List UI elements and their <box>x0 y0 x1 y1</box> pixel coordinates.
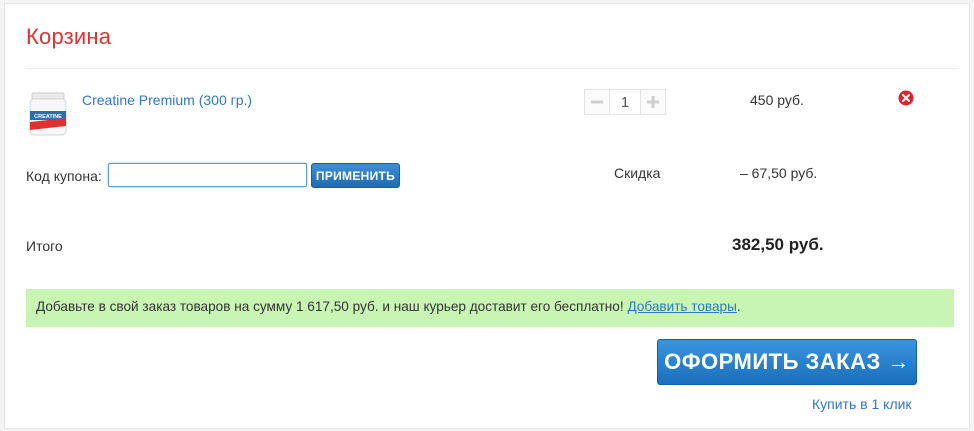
discount-label: Скидка <box>614 165 661 181</box>
remove-icon <box>898 90 914 106</box>
divider <box>26 68 958 69</box>
total-value: 382,50 руб. <box>732 235 824 254</box>
item-price: 450 руб. <box>750 92 804 108</box>
discount-value: – 67,50 руб. <box>740 165 818 181</box>
quantity-input[interactable] <box>610 90 640 114</box>
product-thumbnail[interactable]: CREATINE <box>27 90 69 138</box>
page-title: Корзина <box>26 24 112 49</box>
quantity-stepper <box>584 89 666 115</box>
coupon-input[interactable] <box>108 163 307 187</box>
notice-suffix: . <box>736 299 741 314</box>
remove-item-button[interactable] <box>898 90 914 106</box>
coupon-label: Код купона: <box>26 168 102 184</box>
apply-coupon-button[interactable]: ПРИМЕНИТЬ <box>311 163 400 188</box>
thumb-label: CREATINE <box>34 114 62 120</box>
cart-panel: Корзина CREATINE Creatine Premium (300 г… <box>4 3 970 429</box>
plus-icon <box>647 96 659 108</box>
free-delivery-notice: Добавьте в свой заказ товаров на сумму 1… <box>26 289 954 327</box>
add-products-link[interactable]: Добавить товары <box>627 299 736 314</box>
quantity-increase-button[interactable] <box>640 90 665 114</box>
minus-icon <box>591 100 603 104</box>
total-label: Итого <box>26 238 63 254</box>
one-click-buy-link[interactable]: Купить в 1 клик <box>812 396 912 412</box>
notice-text: Добавьте в свой заказ товаров на сумму 1… <box>36 299 624 314</box>
quantity-decrease-button[interactable] <box>585 90 610 114</box>
product-name-link[interactable]: Creatine Premium (300 гр.) <box>82 92 252 108</box>
checkout-button[interactable]: ОФОРМИТЬ ЗАКАЗ → <box>657 339 917 385</box>
